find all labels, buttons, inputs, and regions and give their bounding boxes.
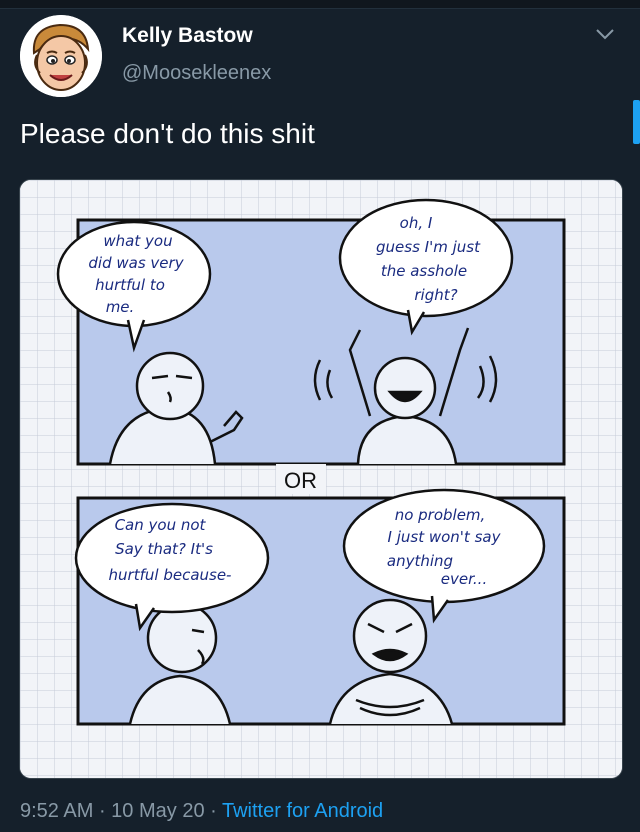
avatar[interactable] <box>20 15 102 97</box>
divider-label: OR <box>284 468 317 493</box>
avatar-image <box>20 15 102 97</box>
bubble-4-line-1: no problem, <box>395 506 486 524</box>
comic-drawing: OR what you did was very hurtful to me. … <box>20 180 622 778</box>
bubble-4-line-3: anything <box>387 552 453 570</box>
bubble-4-line-2: I just won't say <box>388 528 502 546</box>
meta-separator: · <box>204 800 222 822</box>
tweet-meta: 9:52 AM · 10 May 20 · Twitter for Androi… <box>20 800 383 823</box>
comic-image[interactable]: OR what you did was very hurtful to me. … <box>19 179 623 779</box>
bubble-1-line-3: hurtful to <box>95 276 165 294</box>
bubble-1-line-2: did was very <box>88 254 184 272</box>
chevron-down-icon[interactable] <box>594 26 616 42</box>
bubble-3-line-3: hurtful because- <box>109 566 232 584</box>
bubble-1-line-4: me. <box>106 298 135 316</box>
bubble-2-line-1: oh, I <box>400 214 433 232</box>
bubble-3-line-1: Can you not <box>115 516 207 534</box>
bubble-1-line-1: what you <box>103 232 172 250</box>
bubble-3-line-2: Say that? It's <box>115 540 213 558</box>
bubble-2-line-4: right? <box>414 286 457 304</box>
author-name[interactable]: Kelly Bastow <box>122 24 253 48</box>
scrollbar[interactable] <box>633 100 640 144</box>
meta-separator: · <box>93 800 112 822</box>
top-border <box>0 0 640 9</box>
tweet-date: 10 May 20 <box>111 800 205 822</box>
bubble-2-line-2: guess I'm just <box>376 238 481 256</box>
tweet-time: 9:52 AM <box>20 800 94 822</box>
bubble-4-line-4: ever... <box>441 570 487 588</box>
bubble-2-line-3: the asshole <box>381 262 467 280</box>
author-handle[interactable]: @Moosekleenex <box>122 62 271 85</box>
tweet-source[interactable]: Twitter for Android <box>222 800 383 822</box>
tweet-text: Please don't do this shit <box>20 118 315 149</box>
